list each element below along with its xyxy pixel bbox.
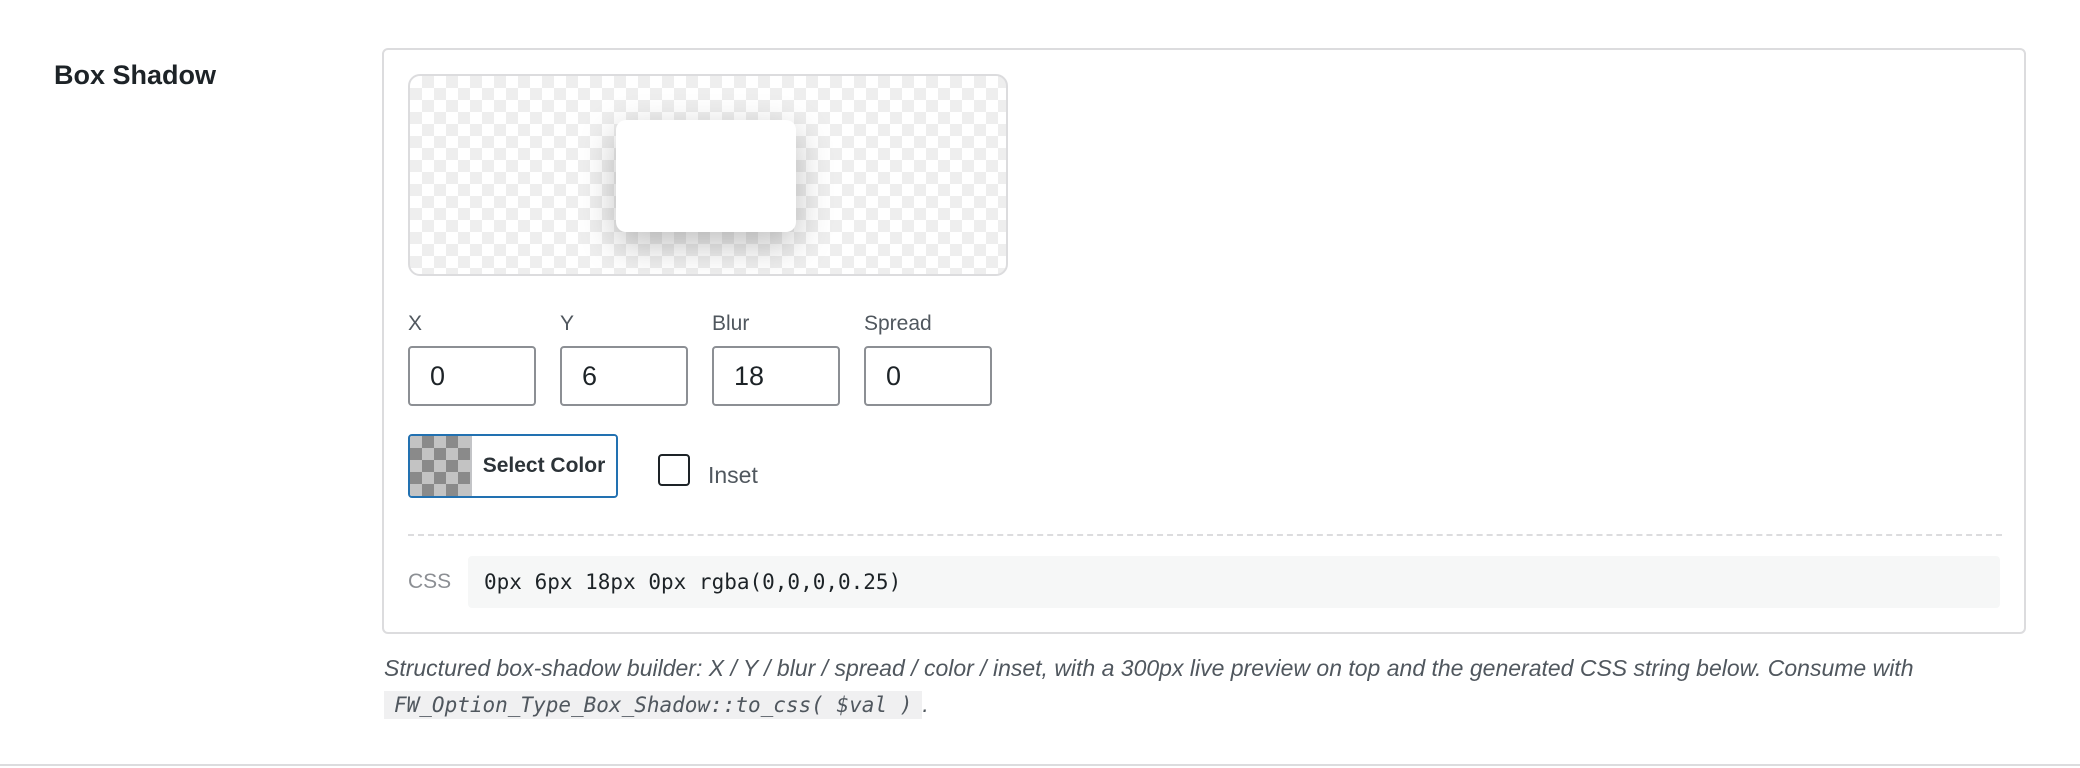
color-swatch	[410, 436, 472, 496]
spread-input[interactable]	[864, 346, 992, 406]
shadow-fields: X Y Blur Spread	[408, 312, 992, 406]
inset-checkbox[interactable]	[658, 453, 690, 486]
y-input[interactable]	[560, 346, 688, 406]
field-spread: Spread	[864, 312, 992, 406]
box-shadow-panel: X Y Blur Spread Select Color Inset CSS 0…	[382, 48, 2026, 634]
field-x: X	[408, 312, 536, 406]
shadow-preview-box	[616, 120, 796, 232]
select-color-label: Select Color	[472, 436, 616, 496]
select-color-button[interactable]: Select Color	[408, 434, 618, 498]
description-code: FW_Option_Type_Box_Shadow::to_css( $val …	[384, 691, 923, 719]
x-input[interactable]	[408, 346, 536, 406]
inset-toggle[interactable]: Inset	[658, 450, 758, 489]
field-spread-label: Spread	[864, 312, 932, 335]
css-label: CSS	[408, 570, 452, 593]
divider	[408, 534, 2002, 536]
option-description: Structured box-shadow builder: X / Y / b…	[384, 650, 2044, 723]
field-y-label: Y	[560, 312, 575, 335]
option-label: Box Shadow	[54, 60, 217, 90]
field-x-label: X	[408, 312, 423, 335]
shadow-preview	[408, 74, 1008, 276]
row-divider	[0, 764, 2080, 766]
field-blur-label: Blur	[712, 312, 750, 335]
description-text-end: .	[922, 691, 929, 717]
description-text: Structured box-shadow builder: X / Y / b…	[384, 655, 1914, 681]
field-blur: Blur	[712, 312, 840, 406]
blur-input[interactable]	[712, 346, 840, 406]
css-output: 0px 6px 18px 0px rgba(0,0,0,0.25)	[468, 556, 2000, 608]
field-y: Y	[560, 312, 688, 406]
inset-label: Inset	[708, 462, 758, 488]
